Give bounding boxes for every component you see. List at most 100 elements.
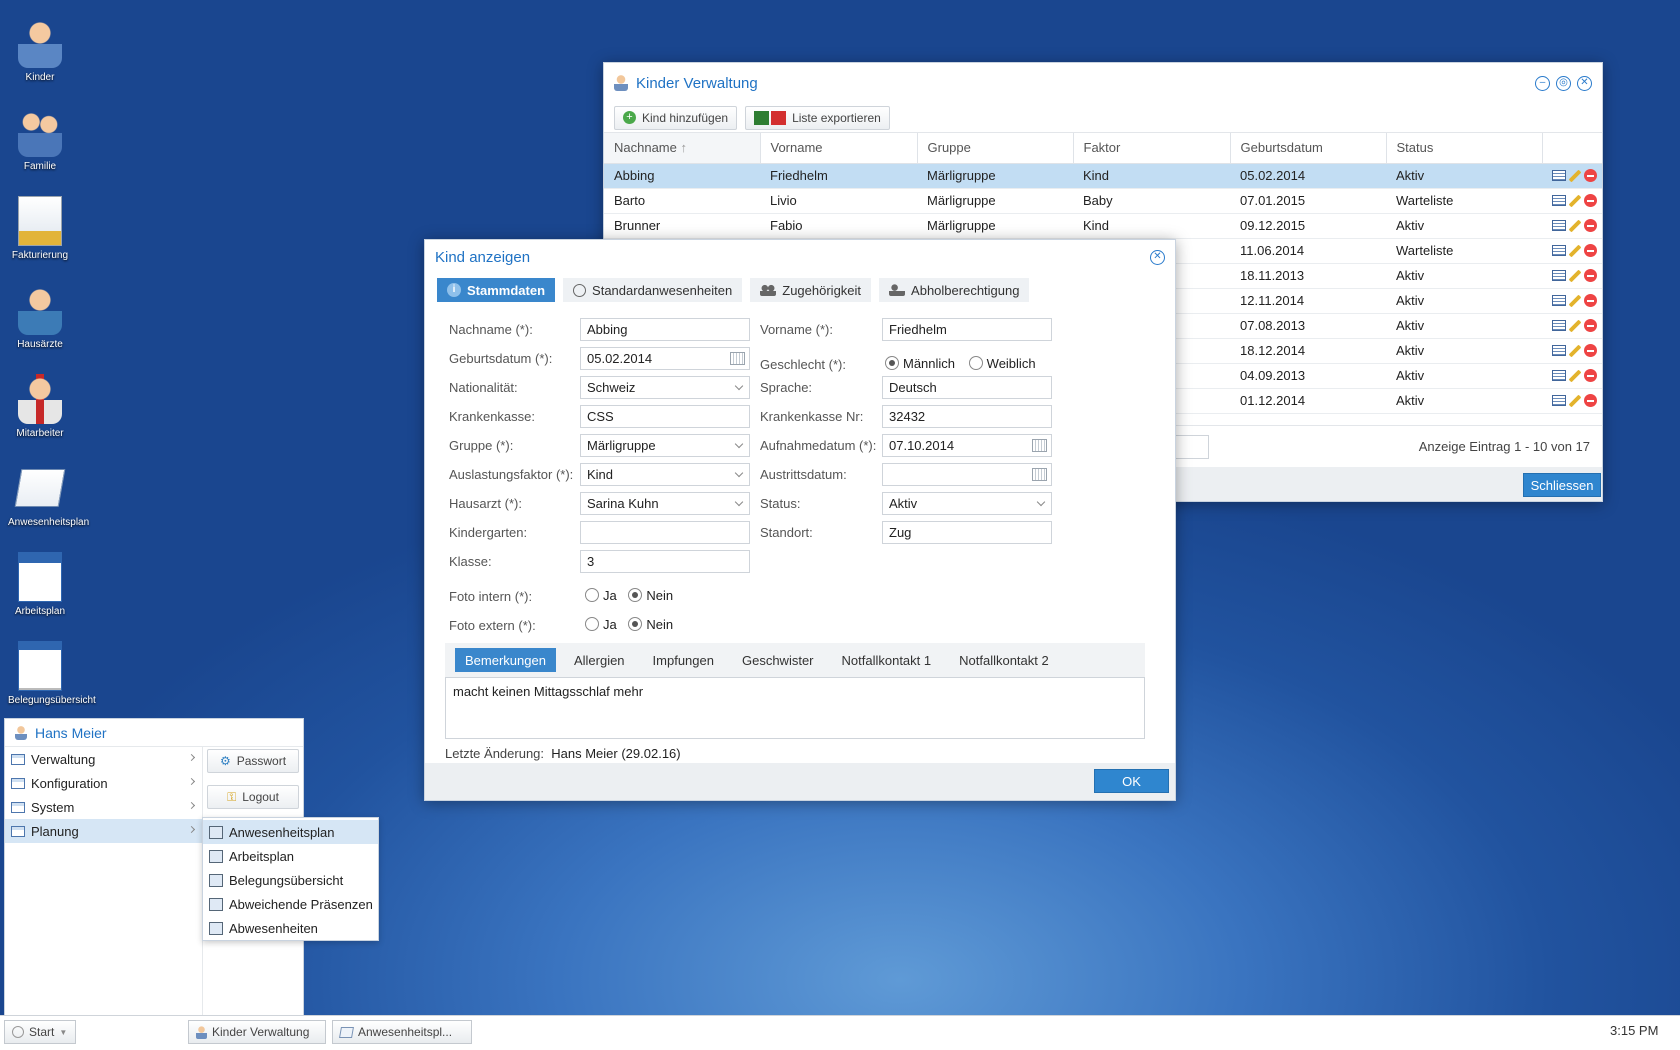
details-icon[interactable] [1552,220,1566,231]
gender-female-radio[interactable]: Weiblich [968,356,1036,371]
kindergarten-field[interactable] [580,521,750,544]
desktop-icon-arbeitsplan[interactable]: Arbeitsplan [8,552,72,617]
geburtsdatum-field[interactable]: 05.02.2014 [580,347,750,370]
export-list-button[interactable]: Liste exportieren [745,105,890,130]
menu-item-planung[interactable]: Planung [5,819,202,843]
edit-icon[interactable] [1567,169,1583,182]
gruppe-select[interactable]: Märligruppe [580,434,750,457]
edit-icon[interactable] [1567,369,1583,382]
hausarzt-select[interactable]: Sarina Kuhn [580,492,750,515]
delete-icon[interactable] [1584,194,1597,207]
logout-button[interactable]: ⚿ Logout [207,785,299,809]
delete-icon[interactable] [1584,244,1597,257]
details-icon[interactable] [1552,245,1566,256]
desktop-icon-kinder[interactable]: Kinder [8,18,72,83]
delete-icon[interactable] [1584,319,1597,332]
menu-item-konfiguration[interactable]: Konfiguration [5,771,202,795]
dialog-titlebar[interactable]: Kind anzeigen ✕ [425,240,1175,274]
details-icon[interactable] [1552,270,1566,281]
status-select[interactable]: Aktiv [882,492,1052,515]
details-icon[interactable] [1552,320,1566,331]
delete-icon[interactable] [1584,219,1597,232]
close-window-button[interactable]: Schliessen [1523,473,1601,497]
desktop-icon-mitarbeiter[interactable]: Mitarbeiter [8,374,72,439]
foto-extern-no-radio[interactable]: Nein [628,617,673,632]
details-icon[interactable] [1552,370,1566,381]
task-anwesenheitsplan[interactable]: Anwesenheitspl... [332,1020,472,1044]
minimize-icon[interactable]: – [1535,75,1550,91]
submenu-item-belegungsübersicht[interactable]: Belegungsübersicht [203,868,378,892]
subtab-impfungen[interactable]: Impfungen [643,648,724,672]
password-button[interactable]: ⚙ Passwort [207,749,299,773]
edit-icon[interactable] [1567,269,1583,282]
delete-icon[interactable] [1584,169,1597,182]
calendar-icon[interactable] [1032,468,1047,481]
add-child-button[interactable]: + Kind hinzufügen [614,105,738,130]
menu-item-verwaltung[interactable]: Verwaltung [5,747,202,771]
delete-icon[interactable] [1584,369,1597,382]
ok-button[interactable]: OK [1094,769,1169,793]
subtab-allergien[interactable]: Allergien [564,648,635,672]
sprache-field[interactable]: Deutsch [882,376,1052,399]
remarks-textarea[interactable]: macht keinen Mittagsschlaf mehr [445,677,1145,739]
delete-icon[interactable] [1584,294,1597,307]
window-titlebar[interactable]: Kinder Verwaltung – ◎ ✕ [604,63,1602,103]
krankenkasse-nr-field[interactable]: 32432 [882,405,1052,428]
foto-intern-no-radio[interactable]: Nein [628,588,673,603]
delete-icon[interactable] [1584,269,1597,282]
klasse-field[interactable]: 3 [580,550,750,573]
desktop-icon-fakturierung[interactable]: Fakturierung [8,196,72,261]
edit-icon[interactable] [1567,319,1583,332]
column-header-gruppe[interactable]: Gruppe [917,133,1074,164]
foto-intern-yes-radio[interactable]: Ja [585,588,617,603]
table-row[interactable]: Abbing Friedhelm Märligruppe Kind 05.02.2014… [604,163,1602,189]
delete-icon[interactable] [1584,344,1597,357]
subtab-notfallkontakt-2[interactable]: Notfallkontakt 2 [949,648,1059,672]
column-header-vorname[interactable]: Vorname [760,133,918,164]
desktop-icon-familie[interactable]: Familie [8,107,72,172]
close-icon[interactable]: ✕ [1577,75,1592,91]
subtab-geschwister[interactable]: Geschwister [732,648,824,672]
close-icon[interactable]: ✕ [1150,249,1165,265]
column-header-geburtsdatum[interactable]: Geburtsdatum [1230,133,1387,164]
desktop-icon-anwesenheitsplan[interactable]: Anwesenheitsplan [8,463,89,528]
tab-stammdaten[interactable]: i Stammdaten [437,278,556,302]
edit-icon[interactable] [1567,394,1583,407]
vorname-field[interactable]: Friedhelm [882,318,1052,341]
submenu-item-anwesenheitsplan[interactable]: Anwesenheitsplan [203,820,378,844]
delete-icon[interactable] [1584,394,1597,407]
foto-extern-yes-radio[interactable]: Ja [585,617,617,632]
desktop-icon-hausärzte[interactable]: Hausärzte [8,285,72,350]
aufnahmedatum-field[interactable]: 07.10.2014 [882,434,1052,457]
nationalitaet-select[interactable]: Schweiz [580,376,750,399]
details-icon[interactable] [1552,345,1566,356]
desktop-icon-belegungsübersicht[interactable]: Belegungsübersicht [8,641,96,706]
edit-icon[interactable] [1567,344,1583,357]
edit-icon[interactable] [1567,194,1583,207]
menu-item-system[interactable]: System [5,795,202,819]
tab-abholberechtigung[interactable]: Abholberechtigung [879,278,1030,302]
standort-field[interactable]: Zug [882,521,1052,544]
krankenkasse-field[interactable]: CSS [580,405,750,428]
subtab-bemerkungen[interactable]: Bemerkungen [455,648,556,672]
edit-icon[interactable] [1567,244,1583,257]
calendar-icon[interactable] [730,352,745,365]
tab-zugehoerigkeit[interactable]: Zugehörigkeit [750,278,872,302]
details-icon[interactable] [1552,395,1566,406]
details-icon[interactable] [1552,295,1566,306]
details-icon[interactable] [1552,195,1566,206]
nachname-field[interactable]: Abbing [580,318,750,341]
edit-icon[interactable] [1567,219,1583,232]
auslastungsfaktor-select[interactable]: Kind [580,463,750,486]
submenu-item-abwesenheiten[interactable]: Abwesenheiten [203,916,378,940]
submenu-item-arbeitsplan[interactable]: Arbeitsplan [203,844,378,868]
column-header-faktor[interactable]: Faktor [1073,133,1231,164]
start-button[interactable]: Start ▼ [4,1020,76,1044]
tab-standardanwesenheiten[interactable]: Standardanwesenheiten [563,278,743,302]
submenu-item-abweichende-präsenzen[interactable]: Abweichende Präsenzen [203,892,378,916]
subtab-notfallkontakt-1[interactable]: Notfallkontakt 1 [832,648,942,672]
restore-icon[interactable]: ◎ [1556,75,1571,91]
task-kinder-verwaltung[interactable]: Kinder Verwaltung [188,1020,326,1044]
calendar-icon[interactable] [1032,439,1047,452]
table-row[interactable]: Brunner Fabio Märligruppe Kind 09.12.2015 Akt… [604,213,1602,239]
